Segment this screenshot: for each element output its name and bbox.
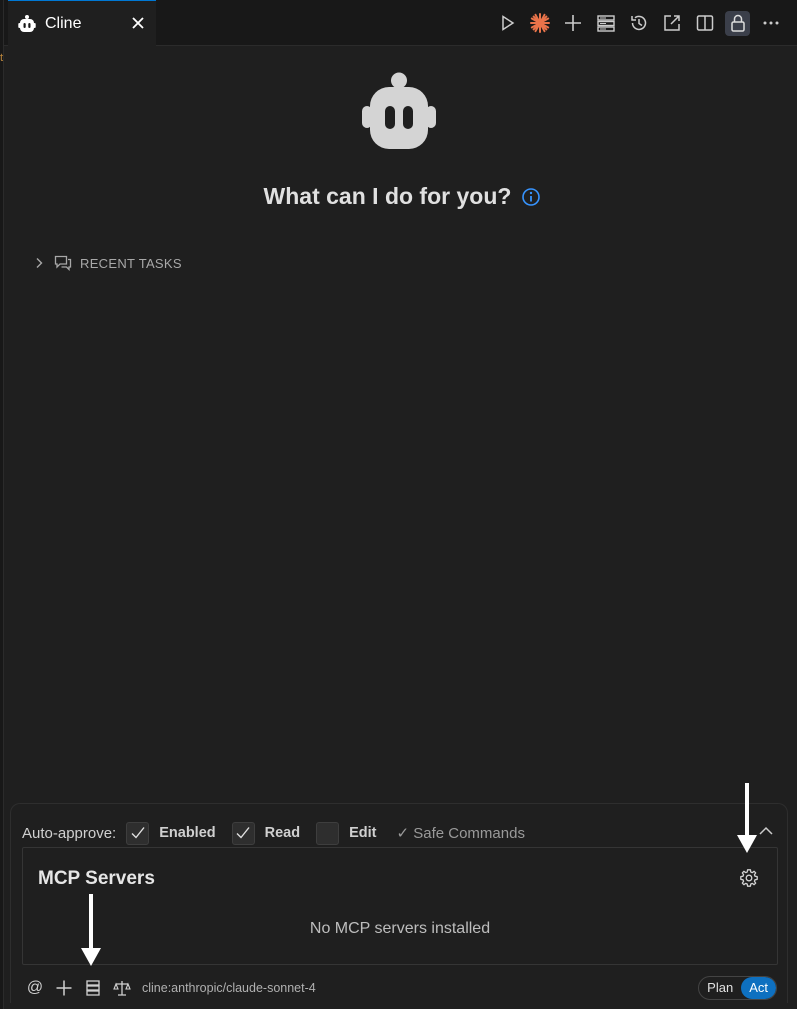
cline-robot-logo-icon <box>362 72 436 149</box>
external-link-icon <box>663 15 680 31</box>
gutter-glyph: t <box>0 52 4 64</box>
check-icon <box>131 827 145 839</box>
chevron-right-icon <box>36 258 43 268</box>
annotation-arrow-down-icon <box>737 783 757 853</box>
recent-tasks-label: RECENT TASKS <box>80 255 182 271</box>
welcome-headline: What can I do for you? <box>0 183 797 210</box>
chat-footer: @ cline:anthropic/claude-sonnet-4 Plan A… <box>24 976 779 1000</box>
run-icon <box>501 15 514 31</box>
split-editor-icon <box>696 15 713 31</box>
more-icon <box>763 21 778 25</box>
chevron-up-icon[interactable] <box>758 824 774 838</box>
headline-text: What can I do for you? <box>263 183 512 209</box>
scale-icon <box>113 981 131 996</box>
info-icon[interactable] <box>521 187 541 207</box>
read-checkbox[interactable] <box>231 821 255 845</box>
tab-bar: Cline <box>4 0 797 46</box>
mcp-empty-message: No MCP servers installed <box>309 920 491 937</box>
add-files-button[interactable] <box>53 977 75 999</box>
mcp-servers-footer-button[interactable] <box>82 977 104 999</box>
enabled-label: Enabled <box>159 825 216 841</box>
mcp-servers-panel: MCP Servers No MCP servers installed <box>22 847 778 965</box>
plus-icon <box>56 980 72 996</box>
open-in-editor-button[interactable] <box>659 11 684 36</box>
editor-gutter: t <box>0 0 4 1009</box>
new-task-button[interactable] <box>560 11 585 36</box>
cline-robot-icon <box>18 14 36 32</box>
history-button[interactable] <box>626 11 651 36</box>
lock-button[interactable] <box>725 10 750 36</box>
plan-mode-option[interactable]: Plan <box>699 977 741 999</box>
editor-toolbar <box>494 9 783 37</box>
mcp-title: MCP Servers <box>38 868 155 889</box>
server-icon <box>86 980 100 996</box>
auto-approve-bar[interactable]: Auto-approve: Enabled Read Edit ✓ Safe C… <box>22 820 525 846</box>
tab-title: Cline <box>45 14 82 32</box>
history-icon <box>630 15 646 31</box>
run-button[interactable] <box>494 11 519 36</box>
edit-label: Edit <box>349 825 377 841</box>
model-name[interactable]: cline:anthropic/claude-sonnet-4 <box>142 981 316 995</box>
cline-sparkle-icon <box>529 13 550 33</box>
close-icon[interactable] <box>129 14 147 32</box>
lock-icon <box>730 14 745 32</box>
act-mode-option[interactable]: Act <box>741 977 776 999</box>
more-actions-button[interactable] <box>758 11 783 36</box>
read-label: Read <box>264 825 301 841</box>
annotation-arrow-down-icon <box>81 894 101 966</box>
mention-button[interactable]: @ <box>24 977 46 999</box>
mcp-servers-button[interactable] <box>593 11 618 36</box>
auto-approve-label: Auto-approve: <box>22 824 117 842</box>
server-icon <box>596 15 615 32</box>
model-selector-button[interactable] <box>111 977 133 999</box>
enabled-checkbox[interactable] <box>126 821 150 845</box>
plus-icon <box>564 15 581 31</box>
edit-checkbox[interactable] <box>316 821 340 845</box>
safe-commands-label: ✓ Safe Commands <box>396 825 525 842</box>
cline-sparkle-button[interactable] <box>527 11 552 36</box>
comment-discussion-icon <box>54 255 72 271</box>
plan-act-toggle[interactable]: Plan Act <box>698 976 777 1000</box>
check-icon <box>236 827 250 839</box>
at-icon: @ <box>26 979 44 996</box>
tab-cline[interactable]: Cline <box>8 0 156 46</box>
recent-tasks-toggle[interactable]: RECENT TASKS <box>32 255 182 271</box>
split-editor-button[interactable] <box>692 11 717 36</box>
gear-icon[interactable] <box>739 868 759 888</box>
